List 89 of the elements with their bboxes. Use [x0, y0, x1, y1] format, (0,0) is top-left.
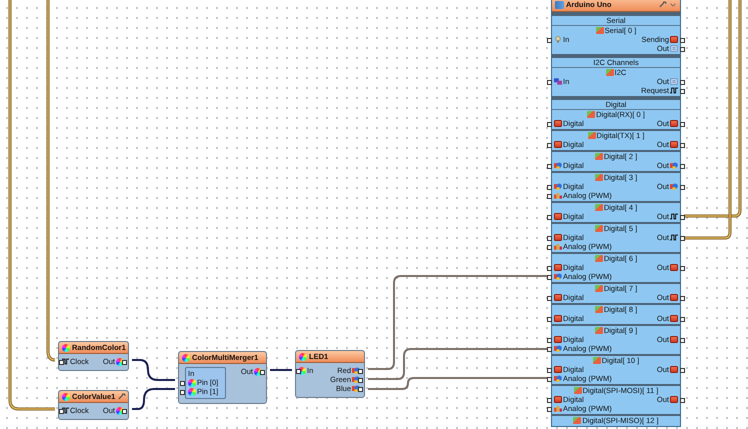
channel-icon — [573, 417, 582, 424]
pin-connector[interactable] — [680, 296, 685, 300]
bus-icon — [554, 78, 562, 85]
chip-icon — [554, 213, 562, 220]
chip-icon — [554, 120, 562, 127]
rgb-icon — [670, 183, 678, 190]
rgb-icon — [554, 345, 562, 352]
pin-connector[interactable] — [680, 142, 685, 148]
chip-icon — [670, 36, 678, 43]
pin-connector[interactable] — [59, 360, 64, 364]
data-icon — [670, 45, 678, 52]
pin-connector[interactable] — [680, 214, 685, 220]
pin-connector[interactable] — [547, 214, 552, 220]
wrench-icon[interactable] — [659, 1, 667, 8]
rgb-icon — [670, 162, 678, 169]
color-wheel-icon — [62, 392, 70, 400]
channel-icon — [594, 327, 603, 334]
pulse-icon — [670, 87, 678, 94]
chip-icon — [554, 366, 562, 373]
chip-icon — [554, 396, 562, 403]
pin-connector[interactable] — [122, 360, 127, 364]
channel-icon — [574, 387, 582, 394]
pin-connector[interactable] — [547, 142, 552, 148]
pin-connector[interactable] — [680, 338, 685, 342]
caret-icon[interactable] — [669, 1, 677, 8]
pin-connector[interactable] — [680, 398, 685, 402]
chip-icon — [670, 294, 678, 301]
color-wheel-icon — [62, 344, 70, 352]
pin-connector[interactable] — [547, 164, 552, 168]
chip-icon — [554, 234, 562, 241]
pin-connector[interactable] — [680, 164, 685, 168]
pin-connector[interactable] — [680, 122, 685, 126]
channel-icon — [588, 132, 596, 139]
chip-icon — [670, 264, 678, 271]
pulse-icon — [670, 213, 678, 220]
channel-icon — [587, 111, 596, 118]
channel-icon — [596, 27, 604, 34]
chip-icon — [670, 366, 678, 373]
pin-connector[interactable] — [680, 184, 685, 190]
chip-icon — [670, 396, 678, 403]
channel-icon — [594, 225, 603, 232]
analog-icon — [554, 192, 562, 199]
pin-connector[interactable] — [680, 368, 685, 372]
wire — [132, 388, 175, 410]
pin-connector[interactable] — [680, 236, 685, 240]
wire — [132, 359, 175, 381]
rgb-icon — [554, 162, 562, 169]
pulse-icon — [670, 234, 678, 241]
chip-icon — [554, 315, 562, 322]
pulse-icon — [61, 358, 69, 365]
channel-icon — [592, 357, 601, 364]
color-wheel-icon — [182, 354, 190, 362]
channel-icon — [594, 285, 603, 292]
pin-connector[interactable] — [547, 122, 552, 126]
plug-icon — [554, 36, 562, 43]
channel-icon — [606, 69, 614, 76]
channel-icon — [594, 153, 603, 160]
chip-icon — [554, 294, 562, 301]
analog-icon — [554, 243, 562, 250]
pin-connector[interactable] — [296, 368, 301, 374]
chip-icon — [670, 336, 678, 343]
chip-icon — [670, 315, 678, 322]
channel-icon — [594, 204, 603, 211]
pin-connector[interactable] — [59, 408, 64, 414]
rgb-icon — [554, 375, 562, 382]
chip-icon — [554, 264, 562, 271]
pin-connector[interactable] — [122, 408, 127, 414]
wrench-icon[interactable] — [118, 393, 126, 400]
pin-connector[interactable] — [680, 266, 685, 270]
data-icon — [670, 78, 678, 85]
channel-icon — [594, 255, 603, 262]
chip-icon — [554, 141, 562, 148]
rgb-icon — [554, 273, 562, 280]
pin-connector[interactable] — [547, 80, 552, 84]
pin-connector[interactable] — [547, 296, 552, 300]
board-icon — [555, 0, 564, 8]
analog-icon — [554, 405, 562, 412]
chip-icon — [554, 336, 562, 343]
wire — [270, 369, 292, 371]
pulse-icon — [61, 407, 69, 414]
pin-connector[interactable] — [547, 316, 552, 322]
pin-connector[interactable] — [260, 370, 265, 374]
channel-icon — [594, 306, 603, 313]
rgb-icon — [554, 183, 562, 190]
chip-icon — [670, 120, 678, 127]
channel-icon — [594, 174, 603, 181]
chip-icon — [670, 141, 678, 148]
pin-connector[interactable] — [680, 316, 685, 322]
pin-connector[interactable] — [547, 38, 552, 42]
